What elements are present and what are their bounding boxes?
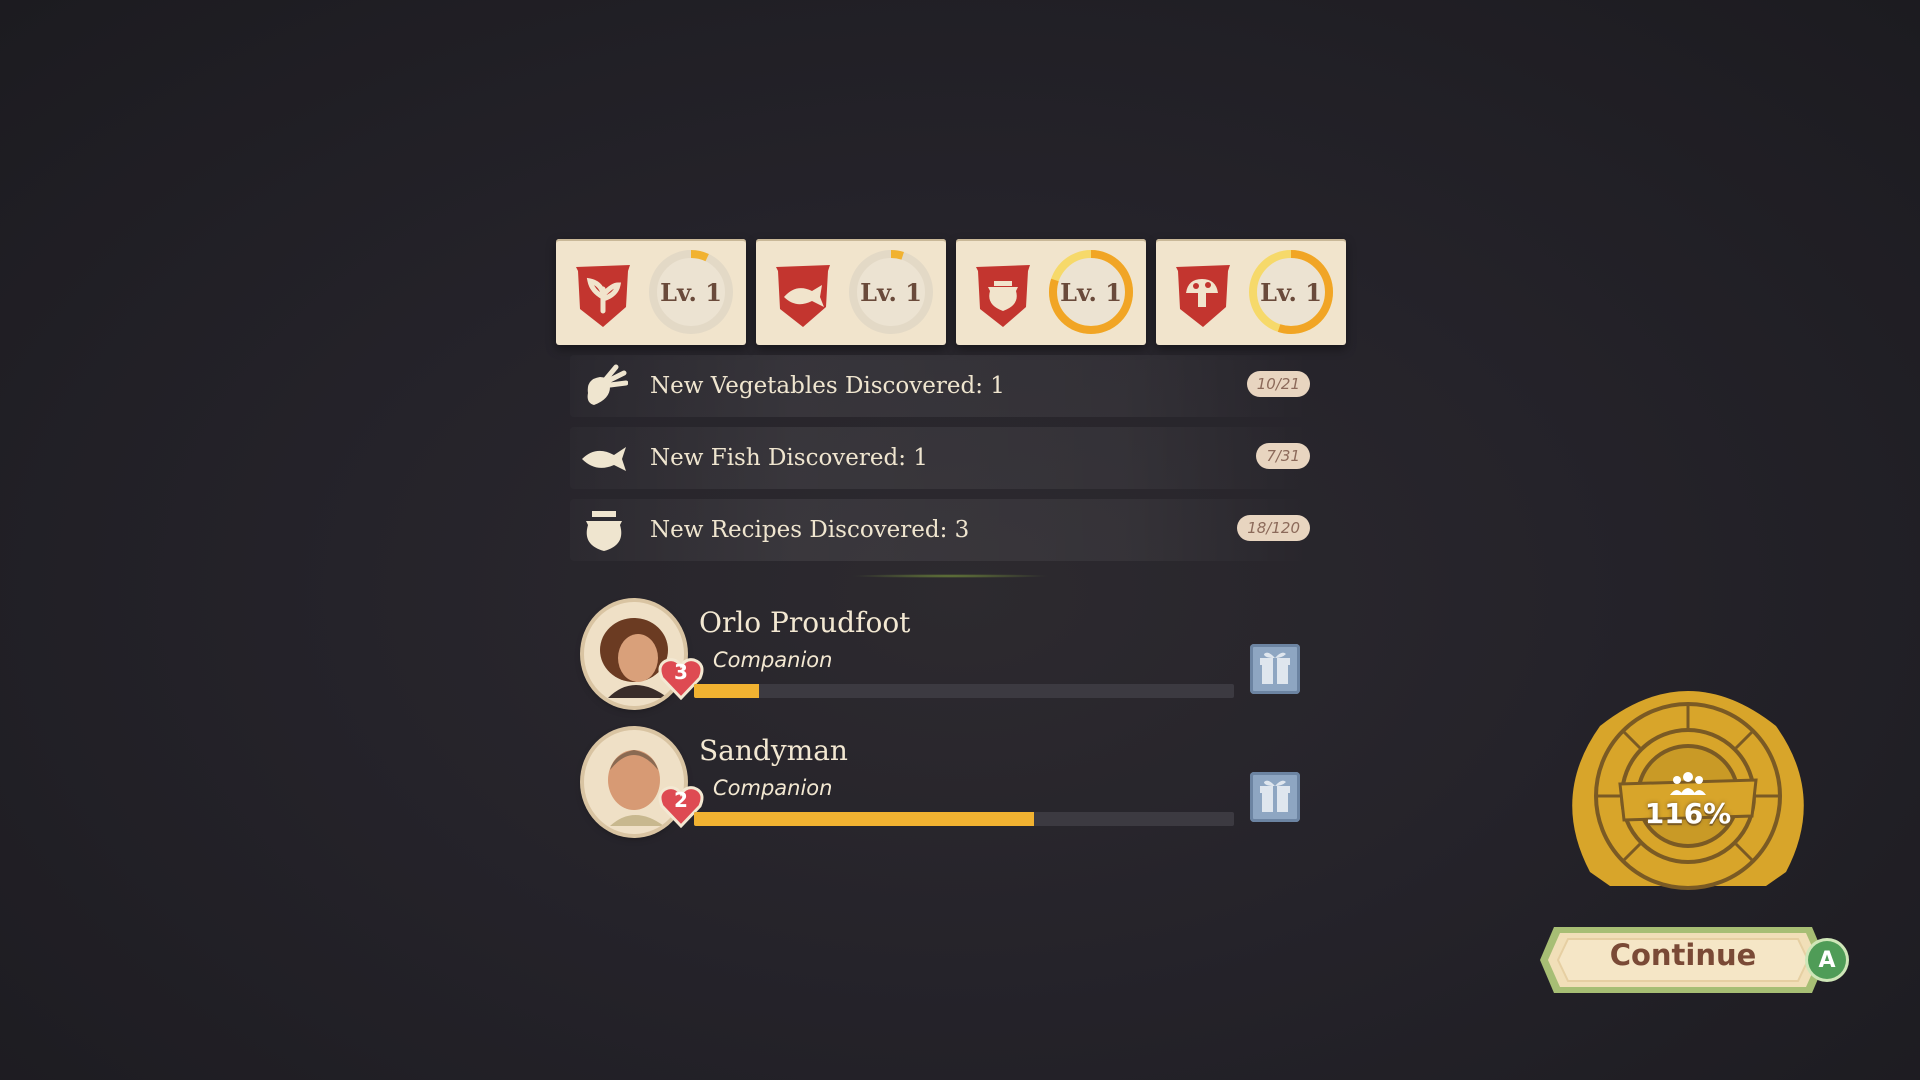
discoveries-list: New Vegetables Discovered: 1 10/21 New F… — [570, 355, 1310, 571]
discovery-label: New Recipes Discovered: 3 — [650, 517, 970, 543]
companion-sandyman: 2 Sandyman Companion — [584, 730, 1304, 840]
gift-icon — [1260, 652, 1290, 684]
level-label: Lv. 1 — [1060, 277, 1122, 307]
level-label: Lv. 1 — [1260, 277, 1322, 307]
gift-button[interactable] — [1250, 772, 1300, 822]
friendship-bar — [694, 812, 1234, 826]
mushroom-banner-icon — [1176, 265, 1230, 327]
discovery-count: 7/31 — [1256, 443, 1310, 469]
cooking-pot-banner-icon — [976, 265, 1030, 327]
friendship-bar-fill — [694, 684, 759, 698]
divider — [850, 574, 1050, 578]
list-item: New Vegetables Discovered: 1 10/21 — [570, 355, 1310, 417]
discovery-label: New Fish Discovered: 1 — [650, 445, 928, 471]
level-label: Lv. 1 — [860, 277, 922, 307]
vegetable-banner-icon — [576, 265, 630, 327]
level-label: Lv. 1 — [660, 277, 722, 307]
list-item: New Fish Discovered: 1 7/31 — [570, 427, 1310, 489]
discovery-label: New Vegetables Discovered: 1 — [650, 373, 1005, 399]
friendship-bar — [694, 684, 1234, 698]
community-percent: 116% — [1644, 797, 1732, 830]
companion-orlo: 3 Orlo Proudfoot Companion — [584, 602, 1304, 712]
a-button-icon: A — [1808, 941, 1846, 979]
skill-card-foraging: Lv. 1 — [1156, 239, 1346, 345]
cooking-pot-icon — [586, 511, 622, 551]
gift-icon — [1260, 780, 1290, 812]
continue-label: Continue — [1609, 938, 1757, 972]
companion-role: Companion — [713, 648, 833, 672]
fish-banner-icon — [776, 265, 830, 327]
friendship-bar-fill — [694, 812, 1035, 826]
discovery-count: 10/21 — [1246, 371, 1310, 397]
companion-role: Companion — [713, 776, 833, 800]
heart-level: 2 — [674, 788, 688, 812]
list-item: New Recipes Discovered: 3 18/120 — [570, 499, 1310, 561]
skill-card-vegetables: Lv. 1 — [556, 239, 746, 345]
companion-name: Orlo Proudfoot — [699, 606, 911, 639]
skill-cards: Lv. 1 Lv. 1 Lv. 1 Lv. 1 — [556, 239, 1346, 345]
skill-card-fish: Lv. 1 — [756, 239, 946, 345]
discovery-count: 18/120 — [1237, 515, 1310, 541]
gift-button[interactable] — [1250, 644, 1300, 694]
vegetable-icon — [587, 364, 628, 405]
people-icon — [1670, 772, 1706, 795]
heart-level: 3 — [674, 660, 688, 684]
companion-name: Sandyman — [699, 734, 848, 767]
fish-icon — [582, 447, 626, 471]
skill-card-cooking: Lv. 1 — [956, 239, 1146, 345]
